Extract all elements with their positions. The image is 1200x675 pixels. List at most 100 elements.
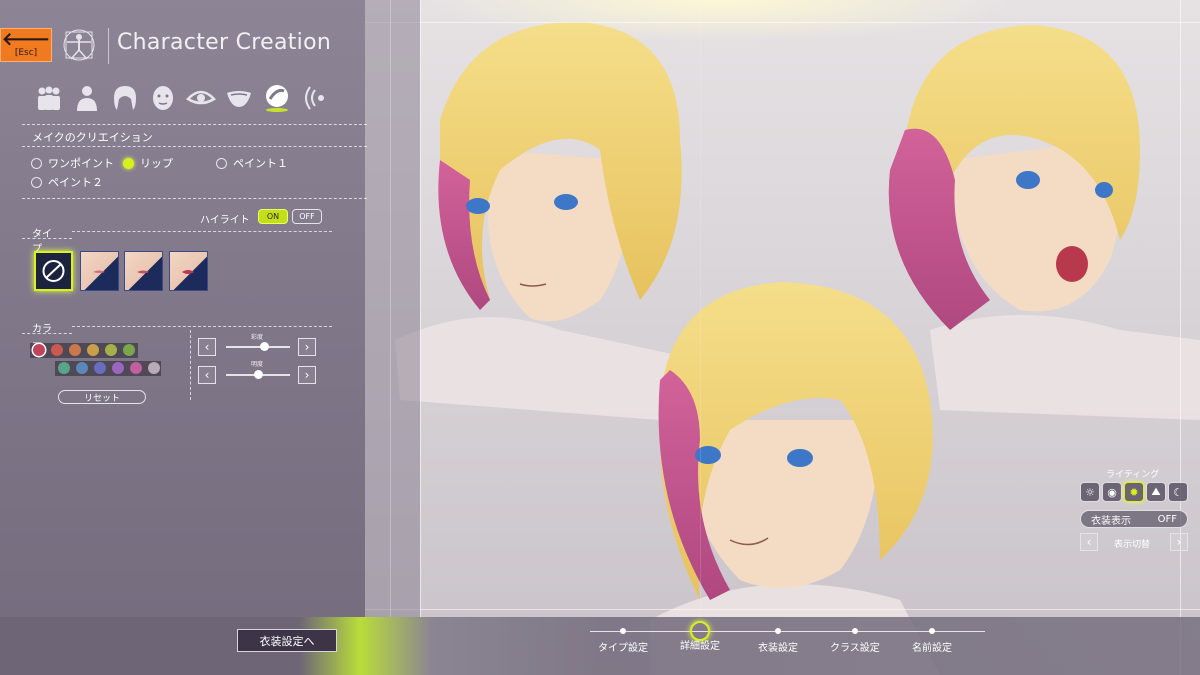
makeup-icon bbox=[266, 85, 288, 112]
tab-face[interactable] bbox=[144, 82, 182, 114]
color-swatch[interactable] bbox=[33, 344, 45, 356]
to-costume-button[interactable]: 衣装設定へ bbox=[237, 629, 337, 652]
option-label: ワンポイント bbox=[48, 157, 114, 170]
step-label: タイプ設定 bbox=[598, 643, 648, 654]
saturation-slider[interactable] bbox=[226, 346, 290, 348]
option-label: ペイント２ bbox=[48, 176, 103, 189]
tab-makeup[interactable] bbox=[258, 82, 296, 114]
radio-button bbox=[31, 176, 42, 188]
chevron-right-icon: › bbox=[1176, 535, 1182, 549]
lighting-studio-button[interactable]: ◉ bbox=[1102, 482, 1122, 502]
lighting-sunrise-button[interactable]: ☼ bbox=[1080, 482, 1100, 502]
chevron-right-icon: › bbox=[304, 340, 310, 354]
divider bbox=[22, 198, 367, 199]
option-label: リップ bbox=[140, 157, 173, 170]
color-swatch[interactable] bbox=[94, 362, 106, 374]
tab-eye[interactable] bbox=[182, 82, 220, 114]
step-name[interactable]: 名前設定 bbox=[912, 626, 952, 654]
option-onepoint[interactable]: ワンポイント bbox=[31, 155, 114, 171]
type-lip-thumb-2[interactable] bbox=[124, 251, 163, 291]
option-lip[interactable]: リップ bbox=[123, 155, 173, 171]
step-label: 名前設定 bbox=[912, 643, 952, 654]
color-swatch[interactable] bbox=[112, 362, 124, 374]
tab-mouth[interactable] bbox=[220, 82, 258, 114]
highlight-on-button[interactable]: ON bbox=[258, 209, 288, 224]
eye-icon bbox=[186, 90, 216, 105]
tab-group[interactable] bbox=[30, 82, 68, 114]
color-swatch[interactable] bbox=[148, 362, 160, 374]
step-dot bbox=[851, 628, 858, 634]
swatch-row-bg bbox=[30, 343, 138, 358]
swatch-row-bg bbox=[55, 361, 161, 376]
type-lip-thumb-1[interactable] bbox=[80, 251, 119, 291]
grid-line bbox=[1180, 0, 1181, 675]
radio-button bbox=[216, 157, 227, 169]
step-dot bbox=[929, 628, 935, 634]
costume-display-value: OFF bbox=[1157, 513, 1177, 525]
esc-back-button[interactable]: 🡐 [Esc] bbox=[0, 28, 52, 62]
step-class[interactable]: クラス設定 bbox=[830, 626, 880, 654]
sun-icon: ✹ bbox=[1129, 485, 1139, 499]
color-swatch[interactable] bbox=[51, 344, 63, 356]
lighting-sun-button[interactable]: ✹ bbox=[1124, 482, 1144, 502]
type-header: タイプ bbox=[32, 229, 52, 255]
color-swatch[interactable] bbox=[58, 362, 70, 374]
color-swatch[interactable] bbox=[69, 344, 81, 356]
lip-icon bbox=[93, 270, 105, 273]
character-view-right bbox=[888, 25, 1200, 420]
type-lip-thumb-3[interactable] bbox=[169, 251, 208, 291]
sunset-icon: ⛰ bbox=[1151, 485, 1161, 498]
grid-line bbox=[390, 0, 391, 675]
chevron-left-icon: ‹ bbox=[204, 340, 210, 354]
step-dot bbox=[620, 628, 626, 634]
step-label: 詳細設定 bbox=[680, 641, 720, 652]
brightness-label: 明度 bbox=[251, 361, 264, 368]
color-swatch[interactable] bbox=[130, 362, 142, 374]
display-switch-label: 表示切替 bbox=[1114, 540, 1151, 550]
step-type[interactable]: タイプ設定 bbox=[598, 626, 648, 654]
chevron-right-icon: › bbox=[304, 368, 310, 382]
option-paint1[interactable]: ペイント１ bbox=[216, 155, 288, 171]
saturation-label: 彩度 bbox=[251, 334, 264, 341]
tab-voice[interactable] bbox=[296, 82, 334, 114]
color-swatch[interactable] bbox=[76, 362, 88, 374]
display-next-button[interactable]: › bbox=[1170, 533, 1188, 551]
color-swatch[interactable] bbox=[105, 344, 117, 356]
option-paint2[interactable]: ペイント２ bbox=[31, 174, 103, 190]
step-detail[interactable]: 詳細設定 bbox=[680, 621, 720, 652]
category-tabs bbox=[30, 82, 334, 114]
saturation-slider-knob[interactable] bbox=[259, 342, 269, 351]
lighting-night-button[interactable]: ☾ bbox=[1168, 482, 1188, 502]
highlight-off-button[interactable]: OFF bbox=[292, 209, 322, 224]
divider bbox=[22, 333, 72, 334]
step-label: 衣装設定 bbox=[758, 643, 798, 654]
lip-icon bbox=[182, 270, 194, 274]
color-swatch[interactable] bbox=[87, 344, 99, 356]
chevron-left-icon: ‹ bbox=[204, 368, 210, 382]
type-none-thumb[interactable] bbox=[34, 251, 73, 291]
brightness-slider-knob[interactable] bbox=[253, 370, 263, 379]
lighting-sunset-button[interactable]: ⛰ bbox=[1146, 482, 1166, 502]
divider bbox=[72, 231, 332, 232]
chevron-left-icon: ‹ bbox=[1086, 535, 1092, 549]
saturation-increase-button[interactable]: › bbox=[298, 338, 316, 356]
costume-display-label: 衣装表示 bbox=[1091, 515, 1131, 527]
hair-icon bbox=[114, 86, 136, 110]
reset-button[interactable]: リセット bbox=[58, 390, 146, 404]
costume-display-toggle[interactable]: 衣装表示 OFF bbox=[1080, 510, 1188, 528]
divider bbox=[190, 330, 191, 400]
brightness-decrease-button[interactable]: ‹ bbox=[198, 366, 216, 384]
none-icon bbox=[42, 260, 65, 282]
saturation-decrease-button[interactable]: ‹ bbox=[198, 338, 216, 356]
tab-hair[interactable] bbox=[106, 82, 144, 114]
brightness-increase-button[interactable]: › bbox=[298, 366, 316, 384]
grid-line bbox=[420, 0, 421, 675]
display-prev-button[interactable]: ‹ bbox=[1080, 533, 1098, 551]
tab-body[interactable] bbox=[68, 82, 106, 114]
step-costume[interactable]: 衣装設定 bbox=[758, 626, 798, 654]
divider bbox=[72, 326, 332, 327]
display-switch: ‹ 表示切替 › bbox=[1080, 533, 1188, 553]
color-swatch[interactable] bbox=[123, 344, 135, 356]
step-label: クラス設定 bbox=[830, 643, 880, 654]
group-icon bbox=[38, 86, 60, 110]
